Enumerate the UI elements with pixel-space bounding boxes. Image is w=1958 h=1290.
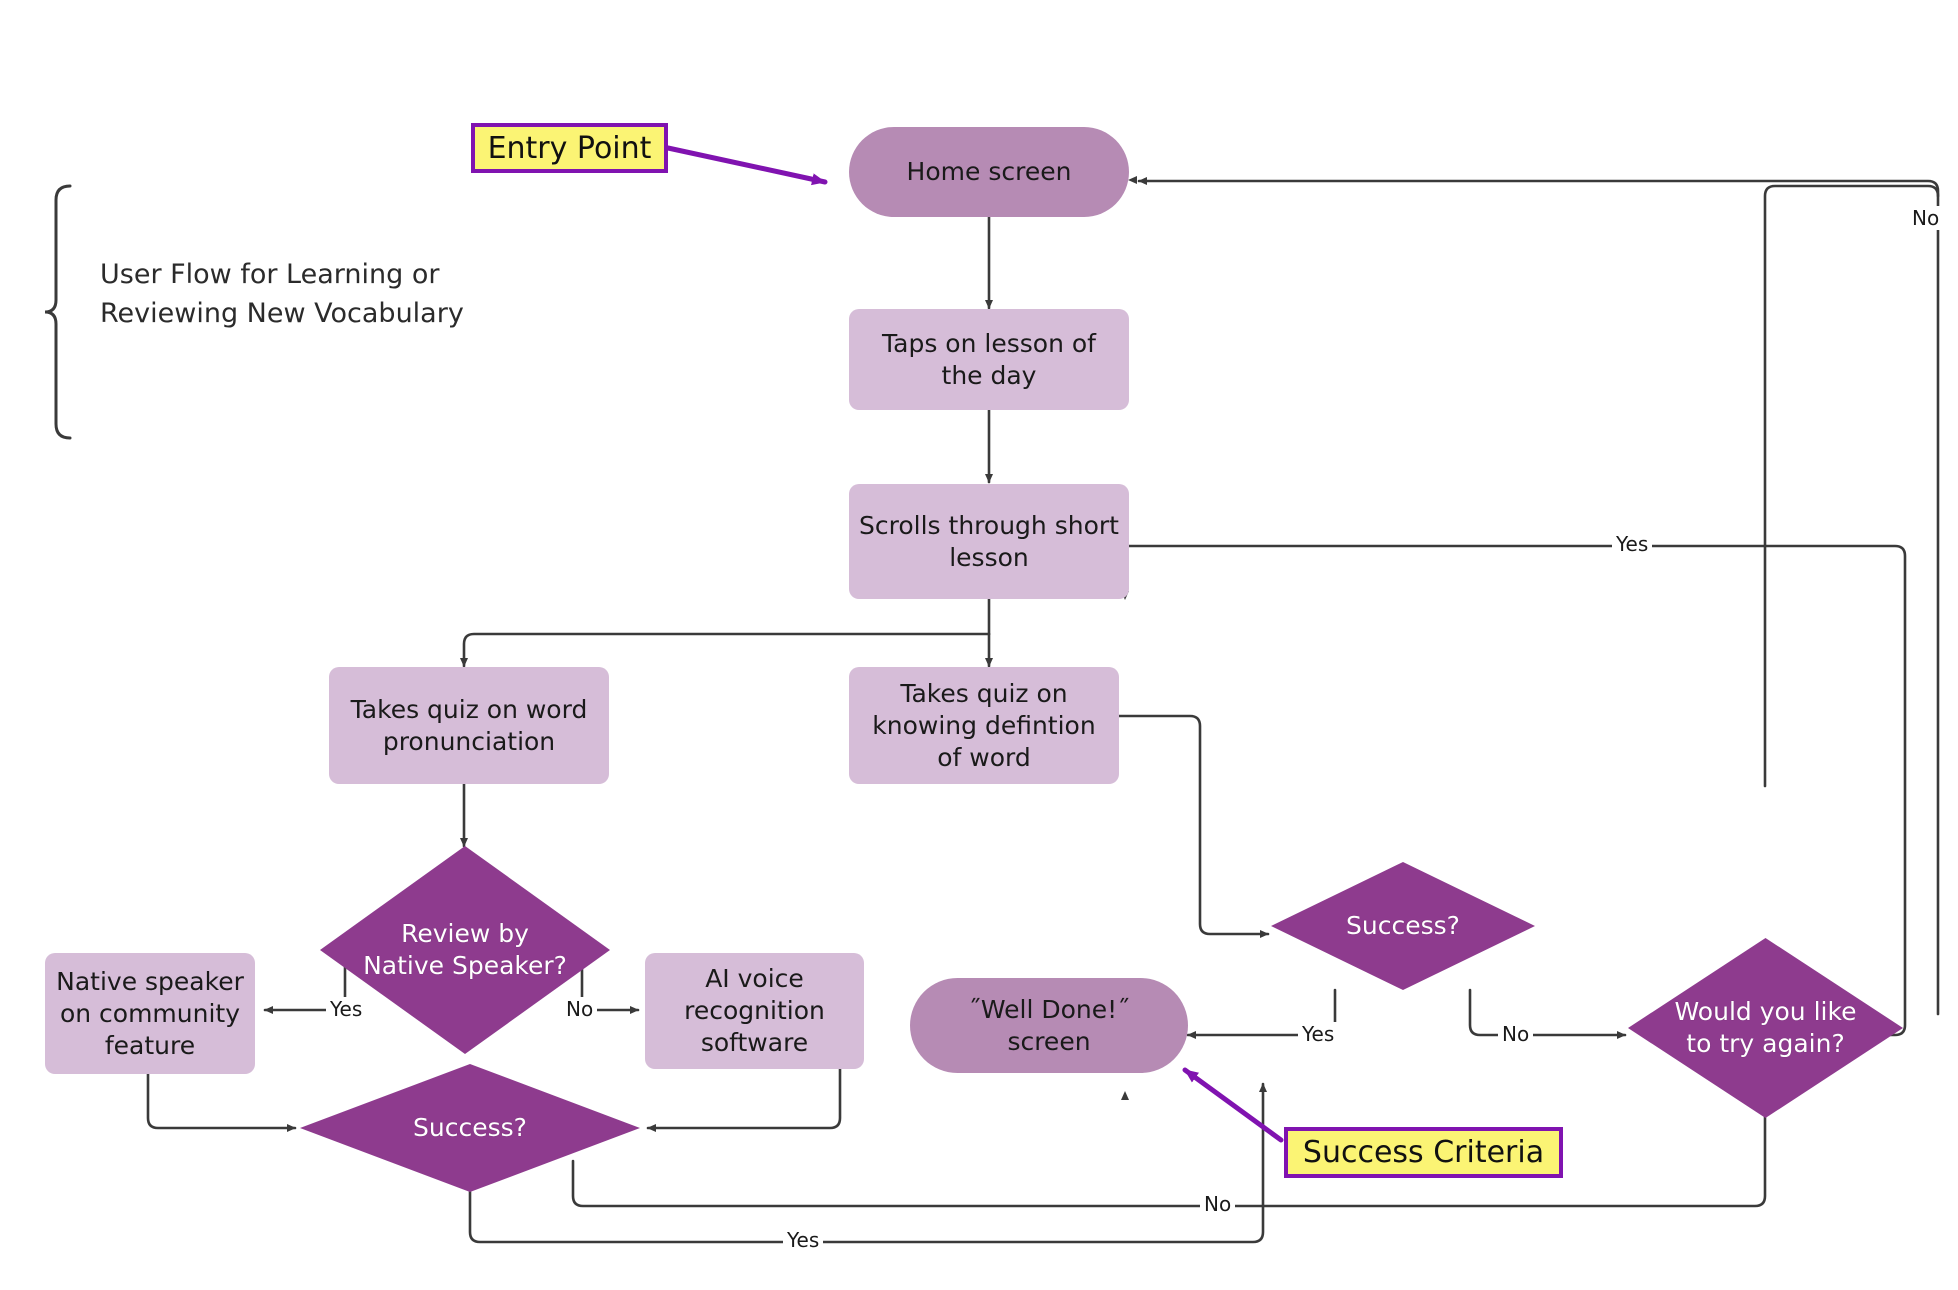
edge-tryagain-no-final xyxy=(1137,177,1940,1016)
node-scrolls-lesson[interactable]: Scrolls through short lesson xyxy=(849,484,1129,599)
edge-label-review-no: No xyxy=(562,997,598,1021)
node-try-again[interactable]: Would you like to try again? xyxy=(1628,938,1903,1118)
ta-no-x xyxy=(1765,190,1928,786)
node-review-native-speaker[interactable]: Review by Native Speaker? xyxy=(320,846,610,1054)
edge-successr-no xyxy=(1468,988,1627,1039)
node-success-left-label: Success? xyxy=(413,1113,527,1142)
annotation-success-criteria-label: Success Criteria xyxy=(1302,1135,1545,1170)
edge-tryagain-no-up-final xyxy=(1763,184,1940,788)
ta-no-p1 xyxy=(1765,176,1938,786)
edge-label-successl-no: No xyxy=(1200,1192,1236,1216)
node-native-speaker-community[interactable]: Native speaker on community feature xyxy=(45,953,255,1074)
edge-label-successr-yes: Yes xyxy=(1298,1022,1339,1046)
node-try-again-label: Would you like to try again? xyxy=(1674,997,1857,1058)
node-quiz-definition[interactable]: Takes quiz on knowing defintion of word xyxy=(849,667,1119,784)
node-success-left[interactable]: Success? xyxy=(300,1064,640,1192)
title-bracket xyxy=(44,184,72,440)
edge-nativecomm-to-successl xyxy=(146,1072,297,1132)
node-native-speaker-community-label: Native speaker on community feature xyxy=(56,966,244,1060)
edge-label-successl-yes: Yes xyxy=(783,1228,824,1252)
edge-tryagain-no-helper xyxy=(1765,178,1938,789)
node-success-right-label: Success? xyxy=(1346,911,1460,940)
node-well-done-screen-label: ˝Well Done!˝ screen xyxy=(968,994,1130,1056)
annotation-arrow-entry xyxy=(665,145,828,186)
edge-tryagain-no-seg1 xyxy=(1755,190,1765,789)
page-title: User Flow for Learning or Reviewing New … xyxy=(100,259,464,330)
node-home-screen-label: Home screen xyxy=(906,157,1072,186)
node-quiz-pronunciation-label: Takes quiz on word pronunciation xyxy=(350,694,588,756)
node-well-done-screen[interactable]: ˝Well Done!˝ screen xyxy=(910,978,1188,1073)
edge-quizdef-to-successr xyxy=(1117,714,1270,938)
node-success-right[interactable]: Success? xyxy=(1271,862,1535,990)
node-taps-lesson-label: Taps on lesson of the day xyxy=(882,328,1096,390)
edge-label-tryagain-yes: Yes xyxy=(1612,532,1653,556)
node-review-native-speaker-label: Review by Native Speaker? xyxy=(363,919,567,980)
node-ai-voice-recognition-label: AI voice recognition software xyxy=(684,964,825,1057)
edge-label-successr-no: No xyxy=(1498,1022,1534,1046)
node-home-screen[interactable]: Home screen xyxy=(849,127,1129,217)
flowchart-canvas: User Flow for Learning or Reviewing New … xyxy=(0,0,1958,1290)
annotation-entry-point: Entry Point xyxy=(471,123,668,173)
node-taps-lesson[interactable]: Taps on lesson of the day xyxy=(849,309,1129,410)
edge-label-tryagain-no: No xyxy=(1908,206,1944,230)
node-scrolls-lesson-label: Scrolls through short lesson xyxy=(859,510,1119,572)
annotation-entry-point-label: Entry Point xyxy=(487,130,652,166)
edge-successl-no xyxy=(571,1087,1769,1208)
annotation-success-criteria: Success Criteria xyxy=(1284,1127,1563,1178)
edge-scrolls-to-quizpron xyxy=(460,632,991,668)
node-ai-voice-recognition[interactable]: AI voice recognition software xyxy=(645,953,864,1069)
edge-label-review-yes: Yes xyxy=(326,997,367,1021)
edge-aivoice-to-successl xyxy=(646,1066,842,1132)
node-quiz-pronunciation[interactable]: Takes quiz on word pronunciation xyxy=(329,667,609,784)
annotation-arrow-success xyxy=(1182,1067,1284,1143)
node-quiz-definition-label: Takes quiz on knowing defintion of word xyxy=(872,678,1096,772)
